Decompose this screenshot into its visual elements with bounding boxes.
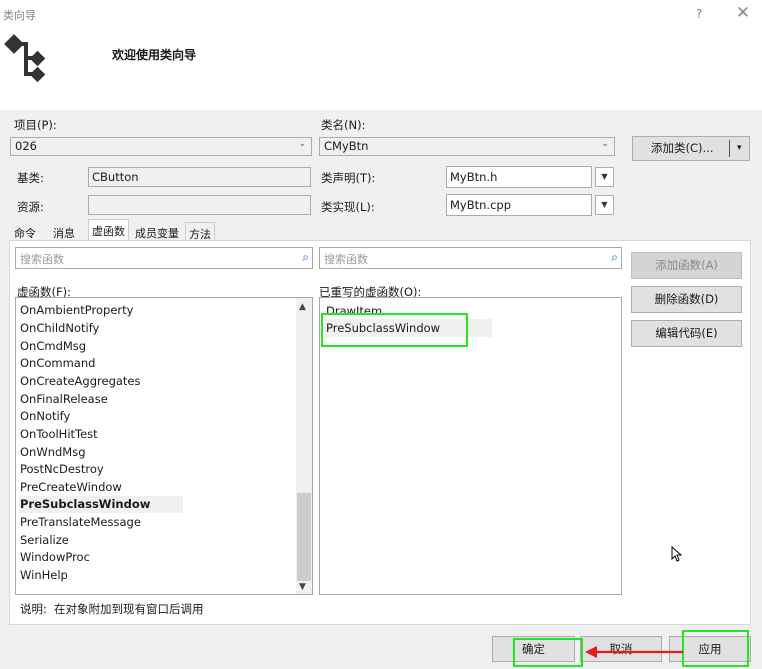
list-item[interactable]: PreCreateWindow <box>20 479 122 496</box>
add-function-button[interactable]: 添加函数(A) <box>631 252 742 279</box>
overridden-search-placeholder: 搜索函数 <box>324 253 368 266</box>
decl-dropdown-button[interactable]: ▼ <box>595 167 614 187</box>
list-item[interactable]: WindowProc <box>20 549 90 566</box>
help-icon[interactable]: ? <box>696 7 702 21</box>
list-item[interactable]: OnCmdMsg <box>20 338 86 355</box>
add-class-label: 添加类(C)... <box>651 141 714 155</box>
delete-function-button[interactable]: 删除函数(D) <box>631 286 742 313</box>
dropdown-arrow-icon[interactable]: ▾ <box>737 137 742 160</box>
list-item[interactable]: OnNotify <box>20 408 70 425</box>
list-item[interactable]: OnCreateAggregates <box>20 373 141 390</box>
highlight-box-ok <box>513 638 583 667</box>
resource-label: 资源: <box>17 200 44 214</box>
resource-field <box>88 195 311 215</box>
add-class-button[interactable]: 添加类(C)... ▾ <box>632 136 750 161</box>
mouse-cursor-icon <box>671 546 683 562</box>
window-title: 类向导 <box>3 9 36 22</box>
project-label: 项目(P): <box>14 118 57 132</box>
virtuals-search-input[interactable]: 搜索函数 ⌕ <box>15 247 313 269</box>
virtuals-list[interactable]: OnAmbientProperty OnChildNotify OnCmdMsg… <box>15 297 313 595</box>
list-item[interactable]: PreTranslateMessage <box>20 514 141 531</box>
list-item[interactable]: OnAmbientProperty <box>20 302 133 319</box>
classname-combo[interactable]: CMyBtn ⌄ <box>319 137 615 156</box>
tab-methods[interactable]: 方法 <box>185 222 215 241</box>
list-item[interactable]: OnChildNotify <box>20 320 99 337</box>
vertical-scrollbar[interactable]: ▲ ▼ <box>296 298 312 594</box>
description-label: 说明: <box>20 602 47 616</box>
highlight-box-overridden <box>321 313 468 347</box>
list-item[interactable]: WinHelp <box>20 567 68 584</box>
header-banner <box>0 30 762 110</box>
impl-label: 类实现(L): <box>321 200 375 214</box>
list-item[interactable]: OnWndMsg <box>20 444 86 461</box>
base-field: CButton <box>88 167 311 187</box>
decl-label: 类声明(T): <box>321 171 376 185</box>
tab-messages[interactable]: 消息 <box>50 222 78 241</box>
tab-virtual-functions[interactable]: 虚函数 <box>88 219 129 241</box>
project-combo[interactable]: 026 ⌄ <box>10 137 312 156</box>
title-bar <box>0 0 762 30</box>
impl-field[interactable]: MyBtn.cpp <box>446 194 592 216</box>
overridden-search-input[interactable]: 搜索函数 ⌕ <box>319 247 622 269</box>
scroll-up-icon[interactable]: ▲ <box>299 302 306 312</box>
scrollbar-thumb[interactable] <box>297 493 311 581</box>
classname-value: CMyBtn <box>324 139 369 153</box>
project-value: 026 <box>15 139 37 153</box>
split-divider <box>729 140 730 157</box>
list-item[interactable]: OnFinalRelease <box>20 391 108 408</box>
impl-dropdown-button[interactable]: ▼ <box>595 195 614 215</box>
edit-code-button[interactable]: 编辑代码(E) <box>631 320 742 347</box>
class-wizard-icon <box>4 34 46 83</box>
tab-member-variables[interactable]: 成员变量 <box>132 222 182 241</box>
list-item[interactable]: OnCommand <box>20 355 95 372</box>
description-text: 在对象附加到现有窗口后调用 <box>54 602 204 616</box>
annotation-arrow-icon <box>585 646 683 658</box>
search-icon[interactable]: ⌕ <box>611 250 618 265</box>
highlight-box-apply <box>682 630 749 667</box>
list-item[interactable]: Serialize <box>20 532 69 549</box>
list-item[interactable]: PostNcDestroy <box>20 461 104 478</box>
base-label: 基类: <box>17 171 44 185</box>
scroll-down-icon[interactable]: ▼ <box>299 582 306 592</box>
tab-commands[interactable]: 命令 <box>11 222 39 241</box>
virtuals-search-placeholder: 搜索函数 <box>20 253 64 266</box>
chevron-down-icon: ⌄ <box>601 139 609 149</box>
welcome-text: 欢迎使用类向导 <box>112 48 197 62</box>
list-item-selected[interactable]: PreSubclassWindow <box>19 496 183 513</box>
close-icon[interactable]: ✕ <box>733 3 753 23</box>
list-item[interactable]: OnToolHitTest <box>20 426 98 443</box>
chevron-down-icon: ⌄ <box>298 139 306 149</box>
classname-label: 类名(N): <box>321 118 366 132</box>
search-icon[interactable]: ⌕ <box>302 250 309 265</box>
decl-field[interactable]: MyBtn.h <box>446 166 592 188</box>
